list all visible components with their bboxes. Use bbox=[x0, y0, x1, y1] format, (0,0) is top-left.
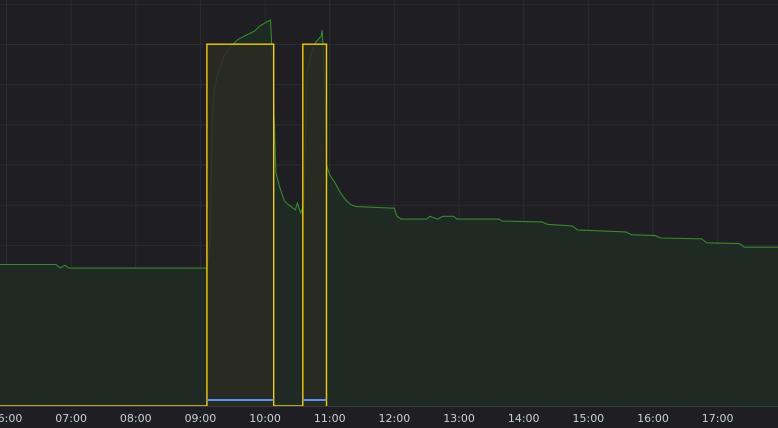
x-axis-ticks: 06:00 07:00 08:00 09:00 10:00 11:00 12:00 13:00… bbox=[0, 412, 734, 425]
x-tick-label: 09:00 bbox=[185, 412, 217, 425]
x-tick-label: 17:00 bbox=[702, 412, 734, 425]
x-tick-label: 11:00 bbox=[314, 412, 346, 425]
x-tick-label: 06:00 bbox=[0, 412, 22, 425]
time-series-chart: 06:00 07:00 08:00 09:00 10:00 11:00 12:00 13:00… bbox=[0, 0, 778, 428]
series-layer bbox=[0, 19, 778, 407]
x-tick-label: 10:00 bbox=[249, 412, 281, 425]
x-tick-label: 07:00 bbox=[55, 412, 87, 425]
x-tick-label: 12:00 bbox=[379, 412, 411, 425]
x-tick-label: 15:00 bbox=[572, 412, 604, 425]
series-0-area bbox=[0, 20, 778, 406]
x-tick-label: 14:00 bbox=[508, 412, 540, 425]
x-tick-label: 13:00 bbox=[443, 412, 475, 425]
x-tick-label: 08:00 bbox=[120, 412, 152, 425]
x-tick-label: 16:00 bbox=[637, 412, 669, 425]
